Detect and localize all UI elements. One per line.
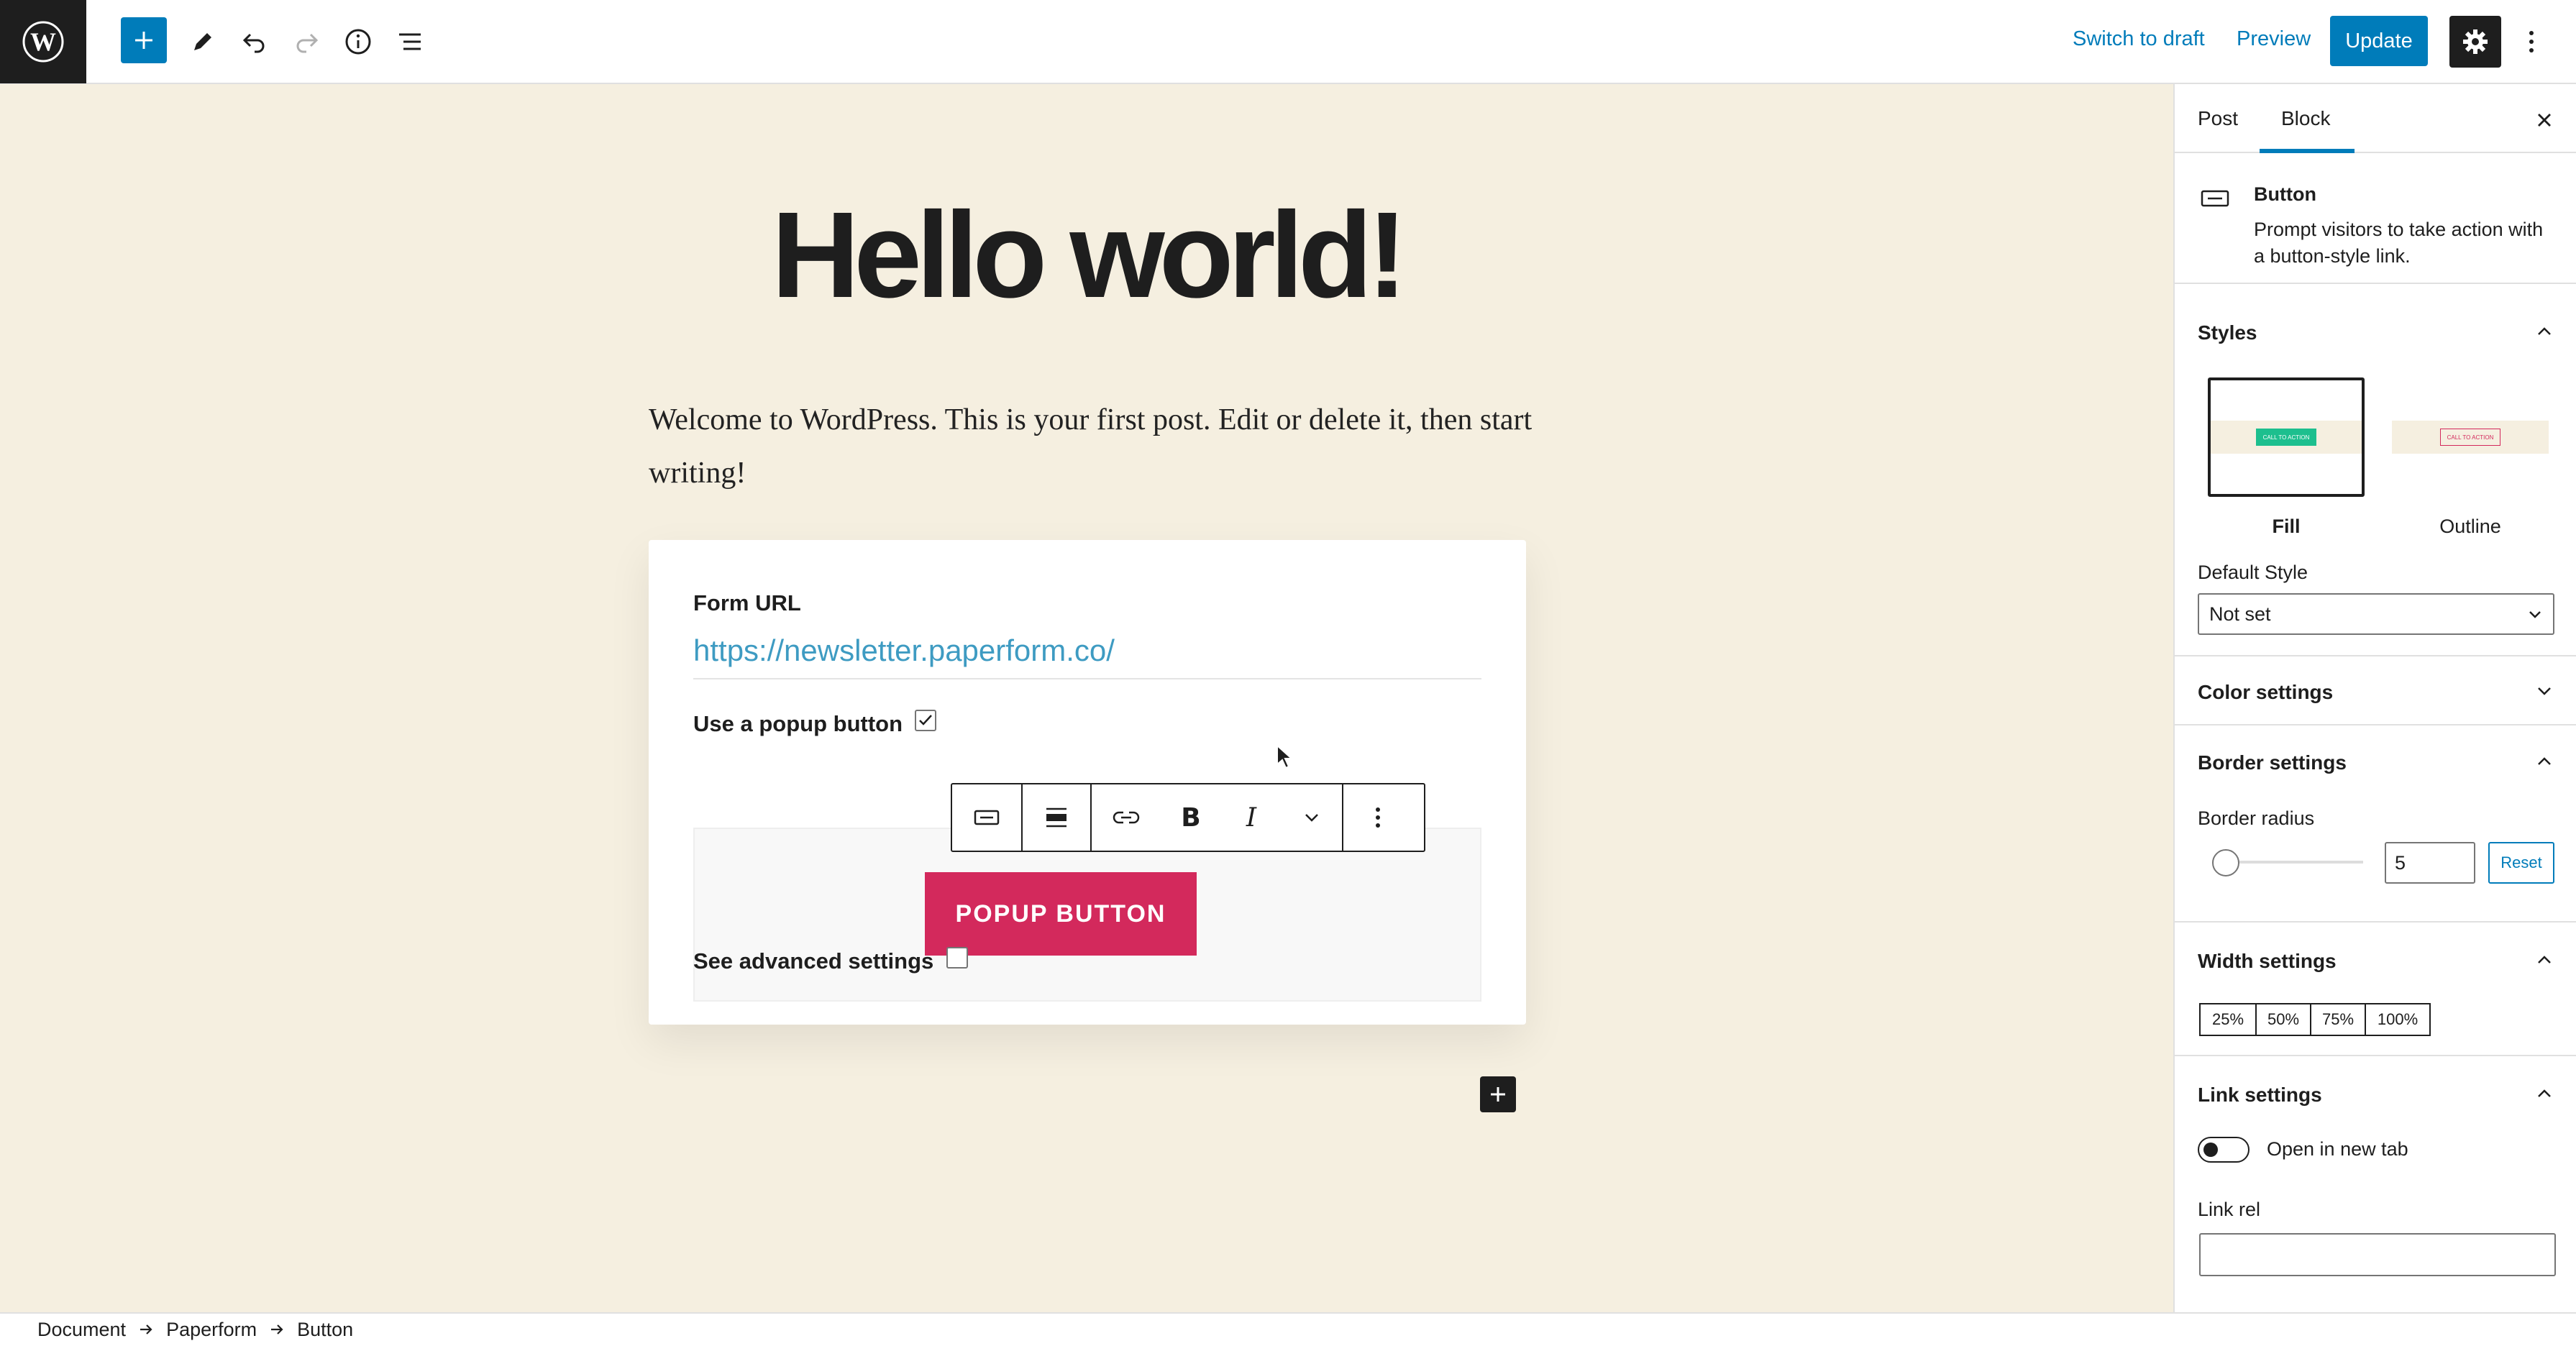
width-100-button[interactable]: 100% [2365, 1003, 2431, 1036]
post-title[interactable]: Hello world! [0, 185, 2173, 326]
align-icon[interactable] [1021, 784, 1090, 851]
default-style-label: Default Style [2198, 562, 2308, 583]
preview-button[interactable]: Preview [2237, 27, 2311, 51]
close-icon[interactable] [2530, 106, 2559, 134]
width-75-button[interactable]: 75% [2310, 1003, 2366, 1036]
list-view-icon[interactable] [384, 16, 436, 68]
border-radius-label: Border radius [2198, 807, 2315, 829]
block-name: Button [2254, 183, 2316, 205]
check-icon [919, 715, 932, 725]
breadcrumb: Document Paperform Button [0, 1312, 2576, 1346]
top-toolbar: W Switch to draft Preview Update [0, 0, 2576, 84]
chevron-down-icon[interactable] [2533, 679, 2556, 702]
wordpress-logo-icon[interactable]: W [0, 0, 86, 83]
border-settings-heading[interactable]: Border settings [2198, 751, 2347, 774]
settings-button[interactable] [2449, 16, 2501, 68]
more-vertical-icon[interactable] [2517, 16, 2546, 68]
plus-icon [1491, 1087, 1505, 1102]
width-50-button[interactable]: 50% [2255, 1003, 2311, 1036]
button-block-icon [2201, 190, 2229, 207]
more-vertical-icon[interactable] [1343, 784, 1412, 851]
border-radius-input[interactable]: 5 [2385, 842, 2475, 884]
width-settings-section: Width settings 25% 50% 75% 100% [2175, 922, 2576, 1056]
paperform-block[interactable]: Form URL https://newsletter.paperform.co… [649, 540, 1526, 1025]
tab-post[interactable]: Post [2198, 107, 2238, 130]
undo-icon[interactable] [229, 16, 280, 68]
settings-sidebar: Post Block Button Prompt visitors to tak… [2173, 84, 2576, 1312]
chevron-up-icon[interactable] [2533, 1082, 2556, 1105]
switch-to-draft-button[interactable]: Switch to draft [2073, 27, 2205, 51]
button-preview-area: POPUP BUTTON [693, 828, 1481, 1002]
tab-block[interactable]: Block [2281, 107, 2330, 130]
fill-thumb-button: CALL TO ACTION [2256, 429, 2316, 446]
advanced-settings-label: See advanced settings [693, 948, 934, 974]
post-paragraph[interactable]: Welcome to WordPress. This is your first… [649, 393, 1540, 500]
link-rel-label: Link rel [2198, 1199, 2261, 1220]
italic-button[interactable]: I [1221, 784, 1282, 851]
popup-button[interactable]: POPUP BUTTON [925, 872, 1197, 956]
styles-section: Styles CALL TO ACTION Fill CALL TO ACTIO… [2175, 284, 2576, 656]
block-description-line-2: a button-style link. [2254, 245, 2411, 267]
link-settings-heading[interactable]: Link settings [2198, 1084, 2322, 1107]
block-description: Prompt visitors to take action with a bu… [2254, 216, 2543, 270]
block-toolbar: B I [951, 783, 1425, 852]
block-toolbar-group-format: B I [1092, 784, 1343, 851]
chevron-down-icon [2529, 611, 2541, 618]
link-rel-input[interactable] [2199, 1233, 2556, 1276]
style-outline-option[interactable]: CALL TO ACTION [2392, 377, 2549, 497]
pencil-icon[interactable] [177, 16, 229, 68]
block-description-line-1: Prompt visitors to take action with [2254, 219, 2544, 240]
chevron-up-icon[interactable] [2533, 750, 2556, 773]
width-settings-heading[interactable]: Width settings [2198, 950, 2337, 973]
styles-heading[interactable]: Styles [2198, 321, 2257, 344]
arrow-right-icon [139, 1319, 153, 1341]
advanced-settings-checkbox[interactable] [946, 947, 968, 969]
default-style-value: Not set [2209, 603, 2271, 625]
chevron-up-icon[interactable] [2533, 320, 2556, 343]
default-style-select[interactable]: Not set [2198, 593, 2554, 635]
info-icon[interactable] [332, 16, 384, 68]
link-icon[interactable] [1092, 784, 1161, 851]
sidebar-tabs: Post Block [2175, 84, 2576, 153]
style-fill-option[interactable]: CALL TO ACTION [2208, 377, 2365, 497]
redo-icon[interactable] [280, 16, 332, 68]
width-button-group: 25% 50% 75% 100% [2199, 1003, 2431, 1036]
border-settings-section: Border settings Border radius 5 Reset [2175, 725, 2576, 922]
gear-icon [2463, 29, 2488, 54]
update-button[interactable]: Update [2330, 16, 2428, 66]
block-info-section: Button Prompt visitors to take action wi… [2175, 153, 2576, 284]
chevron-up-icon[interactable] [2533, 948, 2556, 971]
block-toolbar-group-more [1343, 784, 1412, 851]
url-underline [693, 678, 1481, 679]
color-settings-section: Color settings [2175, 656, 2576, 725]
style-fill-label: Fill [2272, 516, 2301, 537]
arrow-right-icon [270, 1319, 284, 1341]
border-radius-slider-handle[interactable] [2212, 849, 2239, 876]
form-url-input[interactable]: https://newsletter.paperform.co/ [693, 633, 1115, 668]
border-radius-reset-button[interactable]: Reset [2488, 842, 2554, 884]
block-toolbar-group-type [952, 784, 1092, 851]
breadcrumb-paperform[interactable]: Paperform [166, 1319, 257, 1341]
color-settings-heading[interactable]: Color settings [2198, 681, 2333, 704]
link-settings-section: Link settings Open in new tab Link rel [2175, 1056, 2576, 1312]
popup-button-label: Use a popup button [693, 711, 903, 736]
svg-text:W: W [30, 27, 56, 56]
popup-button-checkbox[interactable] [915, 710, 936, 731]
open-in-new-tab-toggle[interactable] [2198, 1137, 2250, 1163]
add-block-inline-button[interactable] [1480, 1076, 1516, 1112]
breadcrumb-document[interactable]: Document [37, 1319, 126, 1341]
breadcrumb-button[interactable]: Button [297, 1319, 353, 1341]
open-in-new-tab-label: Open in new tab [2267, 1138, 2408, 1160]
outline-thumb-button: CALL TO ACTION [2440, 429, 2500, 446]
editor-canvas: Hello world! Welcome to WordPress. This … [0, 84, 2173, 1312]
add-block-button[interactable] [121, 17, 167, 63]
bold-button[interactable]: B [1161, 784, 1221, 851]
chevron-down-icon[interactable] [1282, 784, 1342, 851]
mouse-cursor-icon [1276, 744, 1294, 769]
form-url-label: Form URL [693, 590, 801, 615]
button-block-icon[interactable] [952, 784, 1021, 851]
width-25-button[interactable]: 25% [2199, 1003, 2257, 1036]
style-outline-label: Outline [2439, 516, 2501, 537]
